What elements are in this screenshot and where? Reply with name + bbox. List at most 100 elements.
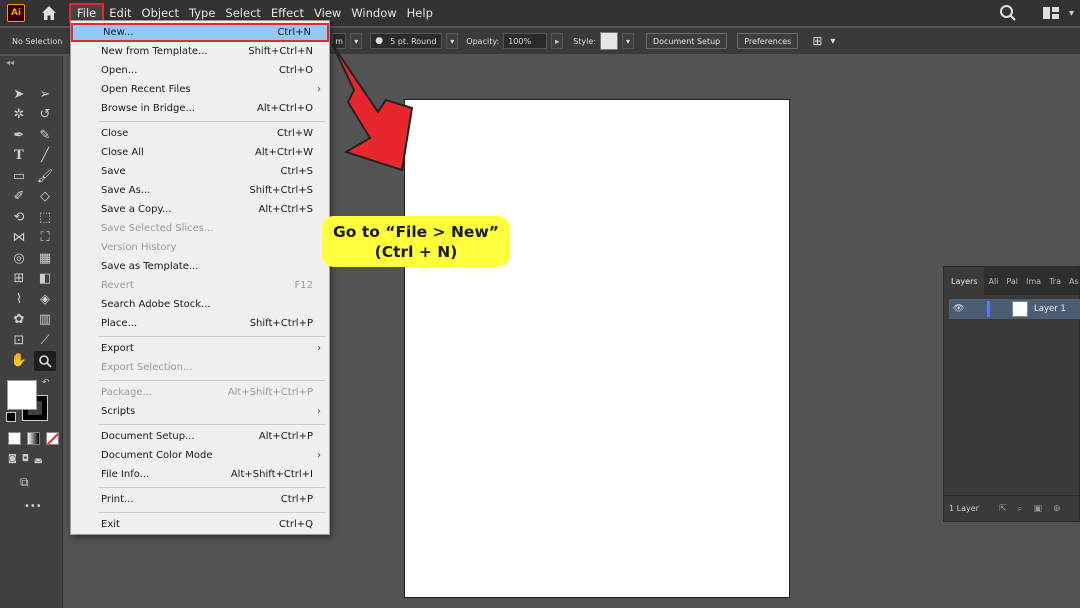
screen-mode-icon[interactable]: ⧉: [20, 475, 29, 490]
file-menu-item-document-setup[interactable]: Document Setup...Alt+Ctrl+P: [71, 427, 329, 446]
swap-fill-stroke-icon[interactable]: ↶: [42, 378, 50, 388]
file-menu-item-print[interactable]: Print...Ctrl+P: [71, 490, 329, 509]
tab-pathfinder[interactable]: Pal: [1002, 277, 1022, 286]
tab-transform[interactable]: Tra: [1045, 277, 1065, 286]
draw-normal-icon[interactable]: ◙: [8, 454, 17, 464]
gradient-tool-icon[interactable]: ◧: [34, 269, 56, 290]
new-sublayer-icon[interactable]: ⊕: [1053, 504, 1061, 514]
column-graph-tool-icon[interactable]: ▥: [34, 310, 56, 331]
magic-wand-tool-icon[interactable]: ✲: [8, 105, 30, 126]
brush-dropdown[interactable]: ▾: [446, 33, 458, 49]
menu-item-label: Open Recent Files: [101, 84, 313, 95]
more-tools-icon[interactable]: •••: [24, 501, 42, 512]
tab-layers[interactable]: Layers: [944, 267, 984, 295]
document-setup-button[interactable]: Document Setup: [646, 33, 727, 49]
search-icon[interactable]: [999, 4, 1017, 22]
paintbrush-tool-icon[interactable]: 🖌: [34, 166, 56, 187]
shaper-tool-icon[interactable]: ✐: [8, 187, 30, 208]
line-tool-icon[interactable]: ╱: [34, 146, 56, 167]
preferences-button[interactable]: Preferences: [737, 33, 798, 49]
lasso-tool-icon[interactable]: ↺: [34, 105, 56, 126]
submenu-arrow-icon: ›: [317, 84, 321, 95]
symbol-sprayer-tool-icon[interactable]: ✿: [8, 310, 30, 331]
rectangle-tool-icon[interactable]: ▭: [8, 166, 30, 187]
menu-item-label: New...: [103, 27, 277, 38]
tab-image-trace[interactable]: Ima: [1022, 277, 1045, 286]
layer-name: Layer 1: [1034, 304, 1066, 314]
blend-tool-icon[interactable]: ◈: [34, 289, 56, 310]
mesh-tool-icon[interactable]: ⊞: [8, 269, 30, 290]
artboard-tool-icon[interactable]: ⊡: [8, 330, 30, 351]
layer-row[interactable]: 👁 Layer 1: [949, 299, 1080, 319]
file-menu-item-close[interactable]: CloseCtrl+W: [71, 124, 329, 143]
fill-swatch[interactable]: [7, 380, 37, 410]
pen-tool-icon[interactable]: ✒: [8, 125, 30, 146]
home-icon[interactable]: [39, 3, 59, 23]
file-menu-item-scripts[interactable]: Scripts›: [71, 402, 329, 421]
file-menu-item-close-all[interactable]: Close AllAlt+Ctrl+W: [71, 143, 329, 162]
eraser-tool-icon[interactable]: ◇: [34, 187, 56, 208]
menu-help[interactable]: Help: [402, 3, 438, 23]
file-menu-item-new-from-template[interactable]: New from Template...Shift+Ctrl+N: [71, 42, 329, 61]
color-button[interactable]: [8, 432, 21, 445]
file-menu-item-save-as-template[interactable]: Save as Template...: [71, 257, 329, 276]
menu-item-shortcut: Ctrl+N: [277, 27, 311, 38]
eyedropper-tool-icon[interactable]: ⌇: [8, 289, 30, 310]
file-menu-item-exit[interactable]: ExitCtrl+Q: [71, 515, 329, 534]
file-menu-item-save[interactable]: SaveCtrl+S: [71, 162, 329, 181]
direct-selection-tool-icon[interactable]: ➢: [34, 84, 56, 105]
collapse-panel-icon[interactable]: ◂◂: [6, 58, 14, 67]
menu-window[interactable]: Window: [346, 3, 401, 23]
file-menu-item-search-adobe-stock[interactable]: Search Adobe Stock...: [71, 295, 329, 314]
clipping-mask-icon[interactable]: ▣: [1034, 504, 1043, 514]
visibility-eye-icon[interactable]: 👁: [953, 304, 967, 314]
slice-tool-icon[interactable]: ⟋: [34, 330, 56, 351]
toolbar: ➤ ➢ ✲ ↺ ✒ ✎ T ╱ ▭ 🖌 ✐ ◇ ⟲ ⬚ ⋈ ⛶ ◎ ▦ ⊞ ◧ …: [8, 84, 56, 371]
locate-object-icon[interactable]: ⌕: [1017, 504, 1022, 514]
none-button[interactable]: [46, 432, 59, 445]
file-menu-item-file-info[interactable]: File Info...Alt+Shift+Ctrl+I: [71, 465, 329, 484]
opacity-dropdown[interactable]: ▸: [551, 33, 563, 49]
zoom-tool-icon[interactable]: [34, 351, 56, 372]
shape-builder-tool-icon[interactable]: ◎: [8, 248, 30, 269]
chevron-down-icon[interactable]: ▾: [1069, 8, 1074, 19]
submenu-arrow-icon: ›: [317, 343, 321, 354]
draw-inside-icon[interactable]: ◛: [34, 454, 43, 464]
file-menu-item-new[interactable]: New...Ctrl+N: [71, 23, 329, 42]
style-swatch[interactable]: [600, 32, 618, 50]
menu-item-label: Version History: [101, 242, 313, 253]
style-dropdown[interactable]: ▾: [622, 33, 634, 49]
hand-tool-icon[interactable]: ✋: [8, 351, 30, 372]
chevron-down-icon[interactable]: ▾: [830, 36, 835, 47]
file-menu-item-save-as[interactable]: Save As...Shift+Ctrl+S: [71, 181, 329, 200]
tab-align[interactable]: Ali: [984, 277, 1002, 286]
file-menu-item-export[interactable]: Export›: [71, 339, 329, 358]
workspace-switcher-icon[interactable]: [1043, 7, 1059, 19]
file-menu-item-document-color-mode[interactable]: Document Color Mode›: [71, 446, 329, 465]
selection-status: No Selection: [12, 37, 62, 46]
curvature-tool-icon[interactable]: ✎: [34, 125, 56, 146]
artboard[interactable]: [404, 99, 790, 598]
menu-item-shortcut: Alt+Ctrl+S: [259, 204, 313, 215]
default-fill-stroke-icon[interactable]: [6, 412, 16, 422]
width-tool-icon[interactable]: ⋈: [8, 228, 30, 249]
gradient-button[interactable]: [27, 432, 40, 445]
selection-tool-icon[interactable]: ➤: [8, 84, 30, 105]
opacity-field[interactable]: 100%: [503, 33, 547, 49]
rotate-tool-icon[interactable]: ⟲: [8, 207, 30, 228]
arrange-icon[interactable]: ⊞: [812, 34, 822, 48]
file-menu-item-browse-in-bridge[interactable]: Browse in Bridge...Alt+Ctrl+O: [71, 99, 329, 118]
free-transform-tool-icon[interactable]: ⛶: [34, 228, 56, 249]
perspective-grid-tool-icon[interactable]: ▦: [34, 248, 56, 269]
collect-export-icon[interactable]: ⇱: [999, 504, 1007, 514]
type-tool-icon[interactable]: T: [8, 146, 30, 167]
file-menu-item-export-selection: Export Selection...: [71, 358, 329, 377]
file-menu-item-place[interactable]: Place...Shift+Ctrl+P: [71, 314, 329, 333]
draw-behind-icon[interactable]: ◘: [22, 454, 29, 464]
file-menu-item-save-a-copy[interactable]: Save a Copy...Alt+Ctrl+S: [71, 200, 329, 219]
tab-asset-export[interactable]: As: [1065, 277, 1080, 286]
scale-tool-icon[interactable]: ⬚: [34, 207, 56, 228]
file-menu-item-open-recent-files[interactable]: Open Recent Files ›: [71, 80, 329, 99]
menu-item-label: Save as Template...: [101, 261, 313, 272]
file-menu-item-open[interactable]: Open...Ctrl+O: [71, 61, 329, 80]
